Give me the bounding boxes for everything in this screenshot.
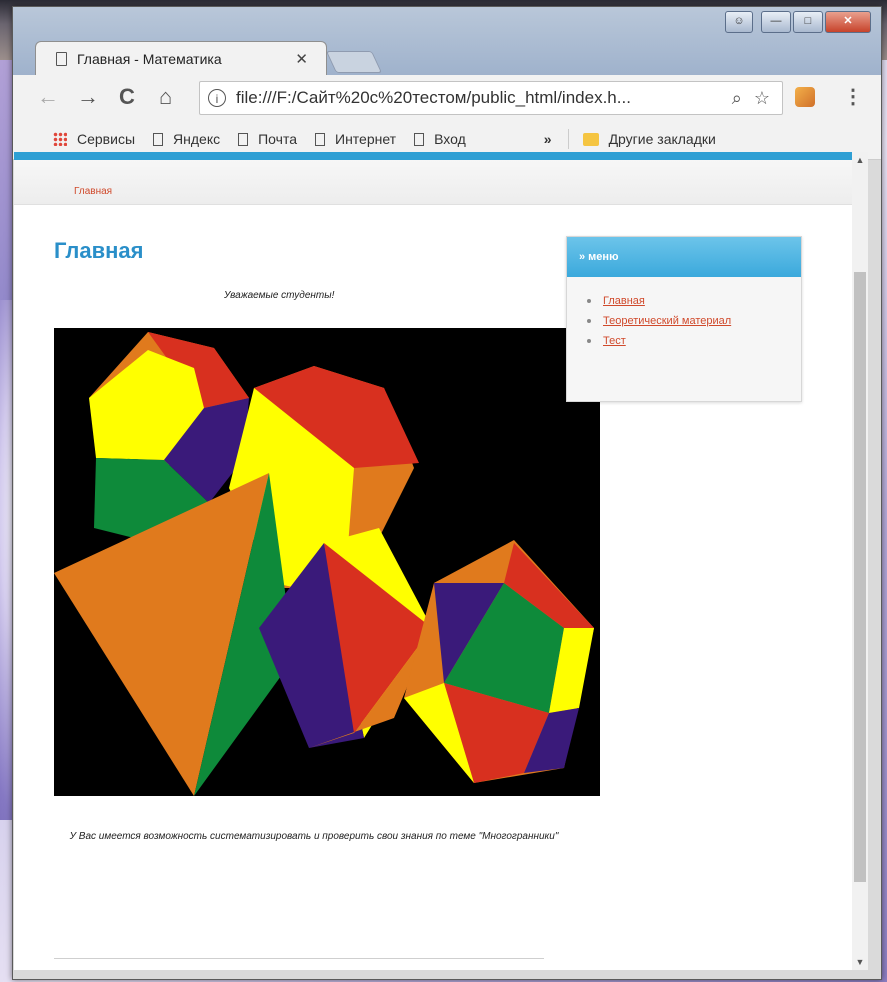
bookmark-services[interactable]: Сервисы (77, 131, 135, 147)
greeting-text: Уважаемые студенты! (224, 290, 335, 301)
sidebar-item-home: Главная (587, 295, 801, 307)
tab-title: Главная - Математика (77, 51, 222, 67)
home-icon[interactable]: ⌂ (159, 75, 172, 119)
site-top-stripe (14, 152, 852, 160)
breadcrumb-bar: Главная (14, 160, 852, 205)
scroll-down-icon[interactable]: ▼ (852, 954, 868, 970)
reload-icon[interactable]: C (119, 75, 135, 119)
bookmark-yandex[interactable]: Яндекс (153, 131, 220, 147)
forward-icon[interactable]: → (77, 75, 99, 119)
close-window-button[interactable]: ✕ (825, 11, 871, 33)
extension-icon[interactable] (795, 87, 815, 107)
scroll-up-icon[interactable]: ▲ (852, 152, 868, 168)
page-icon (56, 52, 67, 66)
bullet-icon (587, 299, 591, 303)
sidebar-menu: » меню Главная Теоретический материал Те… (566, 236, 802, 402)
user-icon[interactable]: ☺ (725, 11, 753, 33)
info-icon[interactable]: i (208, 89, 226, 107)
bookmark-login[interactable]: Вход (414, 131, 466, 147)
sidebar-item-theory: Теоретический материал (587, 315, 801, 327)
polyhedra-image (54, 328, 600, 796)
other-bookmarks[interactable]: Другие закладки (582, 131, 716, 147)
folder-icon (582, 132, 599, 146)
maximize-button[interactable]: □ (793, 11, 823, 33)
bullet-icon (587, 319, 591, 323)
sidebar-link-home[interactable]: Главная (603, 295, 645, 307)
bookmarks-overflow-icon[interactable]: » (544, 131, 552, 147)
bookmark-star-icon[interactable]: ☆ (754, 88, 770, 109)
sidebar-link-theory[interactable]: Теоретический материал (603, 315, 731, 327)
window-controls: ☺ — □ ✕ (725, 11, 871, 33)
sidebar-link-test[interactable]: Тест (603, 335, 626, 347)
breadcrumb-home-link[interactable]: Главная (74, 186, 112, 197)
new-tab-button[interactable] (325, 51, 383, 73)
page-viewport: Главная Главная Уважаемые студенты! У Ва… (14, 152, 852, 970)
vertical-scrollbar[interactable]: ▲ ▼ (852, 152, 868, 970)
page-icon (238, 132, 249, 146)
minimize-button[interactable]: — (761, 11, 791, 33)
browser-menu-icon[interactable]: ⋮ (843, 75, 863, 119)
scrollbar-thumb[interactable] (854, 272, 866, 882)
page-title: Главная (54, 238, 144, 263)
bookmark-internet[interactable]: Интернет (315, 131, 396, 147)
page-icon (315, 132, 325, 146)
page-icon (153, 132, 164, 146)
bookmarks-separator (567, 129, 569, 149)
bookmark-mail[interactable]: Почта (238, 131, 297, 147)
browser-tab-active[interactable]: Главная - Математика ✕ (35, 41, 327, 76)
close-tab-icon[interactable]: ✕ (295, 50, 308, 68)
intro-paragraph: У Вас имеется возможность систематизиров… (69, 831, 559, 842)
sidebar-item-test: Тест (587, 335, 801, 347)
page-icon (414, 132, 425, 146)
bullet-icon (587, 339, 591, 343)
browser-toolbar: ← → C ⌂ i file:///F:/Сайт%20с%20тестом/p… (13, 75, 881, 120)
content-divider (54, 958, 544, 959)
apps-grid-icon[interactable] (53, 132, 67, 146)
zoom-icon[interactable]: ⌕ (732, 88, 742, 109)
address-bar[interactable]: i file:///F:/Сайт%20с%20тестом/public_ht… (199, 81, 783, 115)
sidebar-links: Главная Теоретический материал Тест (567, 295, 801, 347)
sidebar-heading: » меню (567, 237, 801, 277)
title-bar: ☺ — □ ✕ Главная - Математика ✕ (13, 7, 881, 76)
url-text[interactable]: file:///F:/Сайт%20с%20тестом/public_html… (236, 88, 732, 108)
back-icon[interactable]: ← (37, 75, 59, 119)
